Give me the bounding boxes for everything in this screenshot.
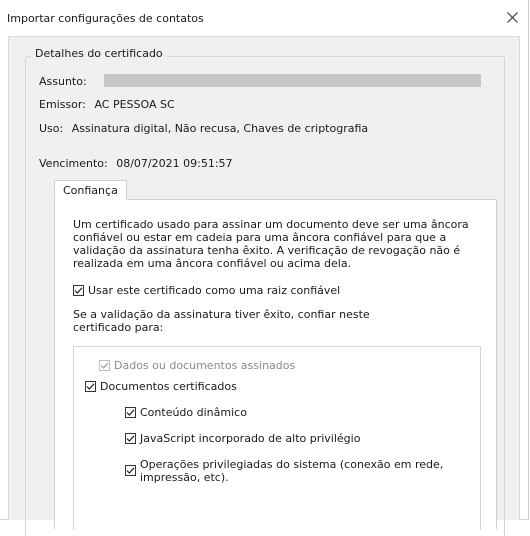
window-title: Importar configurações de contatos: [7, 12, 204, 25]
trust-intro: Se a validação da assinatura tiver êxito…: [73, 308, 370, 334]
trusted-root-checkbox[interactable]: [73, 285, 84, 296]
javascript-checkbox[interactable]: [125, 433, 136, 444]
check-icon: [126, 435, 135, 442]
option-javascript-row[interactable]: JavaScript incorporado de alto privilégi…: [125, 432, 360, 445]
privileged-operations-label: Operações privilegiadas do sistema (cone…: [140, 458, 444, 484]
check-icon: [74, 287, 83, 294]
tab-confianca[interactable]: Confiança: [54, 180, 127, 200]
expiry-label: Vencimento:: [39, 157, 108, 170]
trust-tab-panel: Um certificado usado para assinar um doc…: [54, 199, 497, 530]
privileged-operations-checkbox[interactable]: [125, 465, 136, 476]
certificate-details-legend: Detalhes do certificado: [31, 47, 167, 60]
usage-label: Uso:: [39, 122, 64, 135]
expiry-value: 08/07/2021 09:51:57: [116, 157, 233, 170]
certified-documents-checkbox[interactable]: [85, 381, 96, 392]
trust-description: Um certificado usado para assinar um doc…: [73, 218, 469, 270]
dynamic-content-checkbox[interactable]: [125, 407, 136, 418]
usage-value: Assinatura digital, Não recusa, Chaves d…: [71, 122, 369, 135]
close-button[interactable]: [498, 4, 526, 30]
signed-documents-checkbox: [99, 360, 110, 371]
dynamic-content-label: Conteúdo dinâmico: [140, 406, 247, 419]
signed-documents-label: Dados ou documentos assinados: [114, 359, 296, 372]
issuer-row: Emissor: AC PESSOA SC: [39, 98, 175, 111]
issuer-value: AC PESSOA SC: [94, 98, 175, 111]
check-icon: [100, 362, 109, 369]
subject-value-redacted: [104, 74, 481, 87]
check-icon: [126, 467, 135, 474]
dialog-window: Importar configurações de contatos Detal…: [0, 0, 529, 536]
javascript-label: JavaScript incorporado de alto privilégi…: [140, 432, 361, 445]
title-bar: Importar configurações de contatos: [0, 0, 528, 36]
check-icon: [126, 409, 135, 416]
close-icon: [506, 11, 518, 23]
trusted-root-label: Usar este certificado como uma raiz conf…: [88, 284, 341, 297]
subject-label: Assunto:: [39, 75, 87, 88]
check-icon: [86, 383, 95, 390]
issuer-label: Emissor:: [39, 98, 86, 111]
dialog-body: Detalhes do certificado Assunto: Emissor…: [8, 36, 520, 536]
certified-documents-label: Documentos certificados: [100, 380, 237, 393]
trusted-root-checkbox-row[interactable]: Usar este certificado como uma raiz conf…: [73, 284, 340, 297]
usage-row: Uso: Assinatura digital, Não recusa, Cha…: [39, 122, 368, 135]
expiry-row: Vencimento: 08/07/2021 09:51:57: [39, 157, 233, 170]
option-dynamic-content-row[interactable]: Conteúdo dinâmico: [125, 406, 247, 419]
option-certified-documents-row[interactable]: Documentos certificados: [85, 380, 237, 393]
option-signed-documents-row: Dados ou documentos assinados: [99, 359, 295, 372]
option-privileged-operations-row[interactable]: Operações privilegiadas do sistema (cone…: [125, 458, 445, 484]
